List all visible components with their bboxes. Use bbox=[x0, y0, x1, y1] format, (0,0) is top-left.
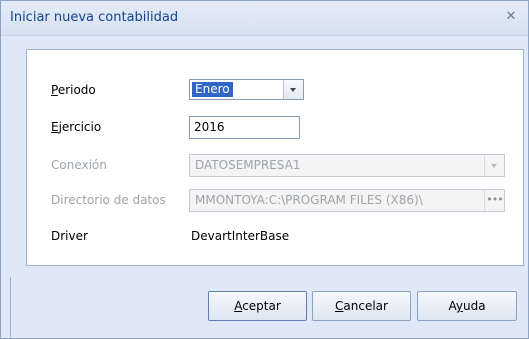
chevron-down-icon bbox=[290, 88, 296, 92]
driver-value: DevartInterBase bbox=[191, 229, 290, 243]
ayuda-rest: uda bbox=[462, 299, 486, 313]
dialog-window: Iniciar nueva contabilidad ✕ Periodo Ene… bbox=[0, 0, 529, 339]
aceptar-button[interactable]: Aceptar bbox=[208, 291, 307, 321]
conexion-label: Conexión bbox=[51, 158, 107, 172]
form-panel: Periodo Enero Ejercicio 2016 Conexión DA… bbox=[26, 49, 524, 266]
directorio-field: MMONTOYA:C:\PROGRAM FILES (X86)\ ••• bbox=[189, 189, 505, 212]
ejercicio-label-accel: E bbox=[51, 120, 59, 134]
directorio-value: MMONTOYA:C:\PROGRAM FILES (X86)\ bbox=[195, 193, 423, 207]
aceptar-accel: A bbox=[234, 299, 243, 313]
directorio-label: Directorio de datos bbox=[51, 193, 166, 207]
ejercicio-field[interactable]: 2016 bbox=[189, 116, 300, 139]
periodo-label: Periodo bbox=[51, 83, 96, 97]
periodo-dropdown[interactable]: Enero bbox=[189, 79, 304, 100]
cancelar-button[interactable]: Cancelar bbox=[312, 291, 411, 321]
ejercicio-label-rest: jercicio bbox=[58, 120, 102, 134]
title-bar: Iniciar nueva contabilidad ✕ bbox=[1, 1, 528, 36]
close-icon[interactable]: ✕ bbox=[504, 10, 518, 24]
dialog-title: Iniciar nueva contabilidad bbox=[10, 10, 179, 25]
periodo-value: Enero bbox=[191, 81, 234, 98]
chevron-down-icon bbox=[491, 164, 497, 168]
conexion-dropdown: DATOSEMPRESA1 bbox=[189, 154, 505, 177]
periodo-dropdown-button[interactable] bbox=[283, 80, 303, 99]
periodo-label-accel: P bbox=[51, 83, 58, 97]
driver-label: Driver bbox=[51, 229, 88, 243]
ejercicio-label: Ejercicio bbox=[51, 120, 101, 134]
aceptar-rest: ceptar bbox=[242, 299, 281, 313]
conexion-dropdown-button bbox=[484, 155, 504, 176]
divider bbox=[10, 277, 11, 338]
periodo-label-rest: eriodo bbox=[57, 83, 96, 97]
ayuda-pre: A bbox=[448, 299, 456, 313]
ayuda-accel: y bbox=[455, 299, 463, 313]
cancelar-rest: ancelar bbox=[343, 299, 388, 313]
conexion-value: DATOSEMPRESA1 bbox=[195, 158, 301, 172]
ayuda-button[interactable]: Ayuda bbox=[417, 291, 517, 321]
ellipsis-icon: ••• bbox=[484, 190, 504, 211]
